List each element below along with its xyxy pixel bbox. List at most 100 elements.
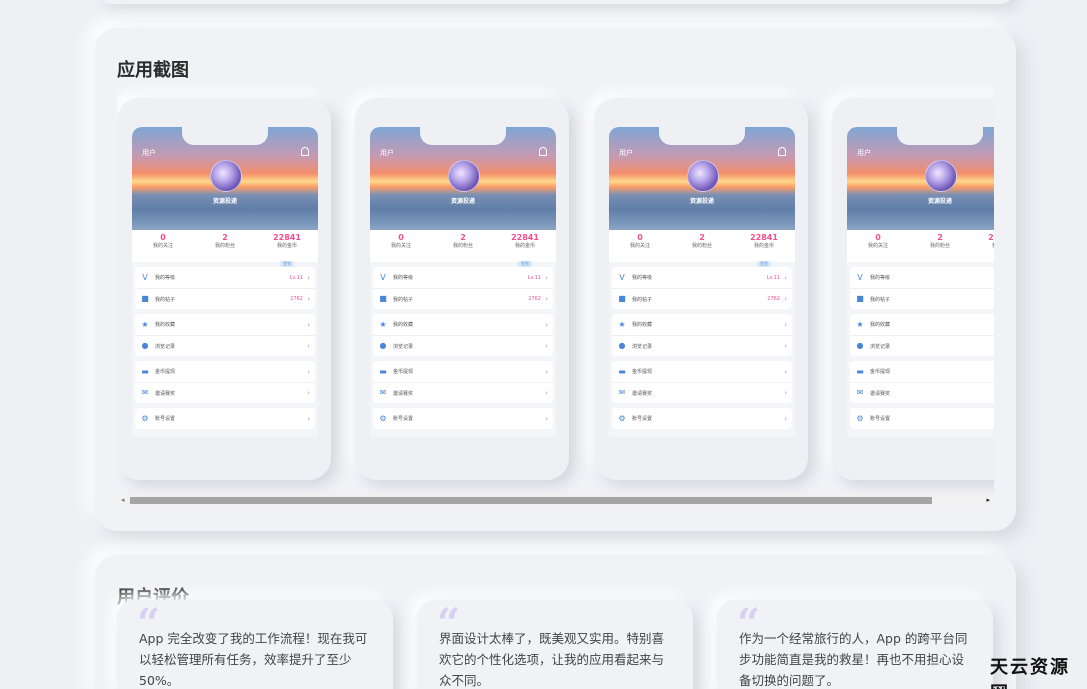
phone-mockup: 用户资源投递0我的关注2我的粉丝22841我的金币签到V我的等级Lv.11›■我… [594,98,808,480]
avatar[interactable] [448,160,480,192]
menu-item[interactable]: ▬金币提现› [850,361,994,382]
menu-item-label: 浏览记录 [393,343,414,350]
chevron-right-icon: › [545,295,548,303]
stat-label: 我的金币 [971,243,994,250]
menu-group: ★ 我的收藏 › ● 浏览记录 › [373,314,553,356]
menu-item[interactable]: ⚙账号设置› [850,408,994,429]
menu-item-label: 我的等级 [393,275,414,281]
stat-item[interactable]: 2 我的粉丝 [194,233,256,262]
menu-item[interactable]: V我的等级Lv.11› [373,267,553,288]
stat-item[interactable]: 2 我的粉丝 [671,233,733,262]
bell-icon[interactable] [539,147,547,156]
menu-item-label: 金币提现 [632,369,653,375]
stat-label: 我的粉丝 [929,243,950,249]
menu-item[interactable]: ⚙账号设置› [135,408,315,429]
stat-value: 22841 [750,233,778,242]
menu-item[interactable]: ⚙账号设置› [612,408,792,429]
bell-icon[interactable] [301,147,309,156]
stat-item[interactable]: 2 我的粉丝 [432,233,494,262]
menu-item-label: 我的帖子 [870,296,891,303]
gear-icon: ⚙ [141,413,149,423]
username: 资源投递 [689,198,714,205]
menu-group: ⚙ 账号设置 › [612,408,792,429]
stat-item[interactable]: 22841我的金币签到 [494,233,556,267]
username: 资源投递 [450,198,475,205]
chevron-right-icon: › [784,342,787,350]
username: 资源投递 [212,198,237,205]
menu-item[interactable]: V我的等级Lv.11› [612,267,792,288]
menu-item-value: 2762 [528,296,541,302]
scroll-left-arrow-icon[interactable]: ◂ [121,496,125,504]
menu-item-label: 账号设置 [393,416,414,422]
hero-title: 用户 [142,149,156,157]
menu-item[interactable]: ■我的帖子2762› [135,288,315,309]
profile-hero-banner: 用户 资源投递 [847,127,994,230]
stat-item[interactable]: 22841我的金币签到 [256,233,318,267]
review-text: App 完全改变了我的工作流程！现在我可以轻松管理所有任务，效率提升了至少50%… [139,631,368,688]
menu-item-label: 金币提现 [870,369,891,375]
menu-item[interactable]: ★我的收藏› [373,314,553,335]
menu-item[interactable]: ★我的收藏› [135,314,315,335]
menu-item[interactable]: ■我的帖子2762› [850,288,994,309]
menu-group: ▬ 金币提现 › ✉ 邀请赛奖 › [135,361,315,403]
menu-item[interactable]: V我的等级Lv.11› [850,267,994,288]
menu-item[interactable]: ✉邀请赛奖› [373,382,553,403]
menu-item[interactable]: ▬金币提现› [612,361,792,382]
scroll-right-arrow-icon[interactable]: ▸ [986,496,990,504]
stat-value: 22841 [988,233,994,242]
menu-item[interactable]: ★我的收藏› [612,314,792,335]
hero-title: 用户 [380,149,394,157]
stat-value: 0 [875,233,881,242]
stat-item[interactable]: 0 我的关注 [847,233,909,262]
menu-item[interactable]: ✉邀请赛奖› [612,382,792,403]
stat-value: 2 [937,233,943,242]
menu-item[interactable]: ✉邀请赛奖› [135,382,315,403]
menu-item[interactable]: ▬金币提现› [373,361,553,382]
stat-label: 我的粉丝 [691,243,712,249]
menu-item[interactable]: ★我的收藏› [850,314,994,335]
menu-item[interactable]: ▬金币提现› [135,361,315,382]
chevron-right-icon: › [784,320,787,329]
menu-item-label: 金币提现 [155,369,176,375]
avatar[interactable] [925,160,957,192]
review-card: “ 界面设计太棒了，既美观又实用。特别喜欢它的个性化选项，让我的应用看起来与众不… [417,600,693,689]
stat-item[interactable]: 22841我的金币签到 [733,233,795,267]
stat-value: 0 [637,233,643,242]
menu-item[interactable]: ●浏览记录› [850,335,994,356]
phone-mockup: 用户资源投递 0我的关注2我的粉丝22841我的金币签到V我的等级Lv.11›■我… [117,98,331,480]
menu-item[interactable]: V我的等级Lv.11› [135,267,315,288]
stat-label: 我的关注 [152,243,173,249]
stat-item[interactable]: 0 我的关注 [609,233,671,262]
stat-item[interactable]: 0 我的关注 [370,233,432,262]
mail-icon: ✉ [141,388,149,397]
menu-item[interactable]: ●浏览记录› [612,335,792,356]
username: 资源投递 [927,198,952,205]
carousel-scrollbar[interactable]: ◂ ▸ [117,494,994,506]
stat-item[interactable]: 0 我的关注 [132,233,194,262]
screenshots-section: 应用截图 用户资源投递0我的关注2我的粉丝22841我的金币签到V我的等级Lv.… [95,28,1016,531]
menu-item[interactable]: ⚙账号设置› [373,408,553,429]
menu-item-label: 我的等级 [632,275,653,281]
menu-group: ★ 我的收藏 › ● 浏览记录 › [135,314,315,356]
scrollbar-thumb[interactable] [130,497,932,504]
avatar[interactable] [210,160,242,192]
menu-item-value: Lv.11 [766,274,780,281]
menu-item[interactable]: ✉邀请赛奖› [850,382,994,403]
menu-item-label: 邀请赛奖 [632,390,653,397]
menu-item-label: 浏览记录 [870,343,891,350]
bell-icon[interactable] [778,147,786,156]
menu-item-label: 浏览记录 [632,343,653,350]
profile-hero-banner: 用户资源投递 [370,127,556,230]
menu-item-label: 账号设置 [155,416,176,422]
menu-item[interactable]: ●浏览记录› [135,335,315,356]
menu-item[interactable]: ■我的帖子2762› [373,288,553,309]
stat-item[interactable]: 2 我的粉丝 [909,233,971,262]
avatar[interactable] [687,160,719,192]
menu-group: ▬ 金币提现 › ✉ 邀请赛奖 › [612,361,792,403]
menu-item[interactable]: ●浏览记录› [373,335,553,356]
screenshots-carousel[interactable]: 用户资源投递0我的关注2我的粉丝22841我的金币签到V我的等级Lv.11›■我… [117,84,994,512]
reviews-section: 用户评价 “ App 完全改变了我的工作流程！现在我可以轻松管理所有任务，效率提… [95,555,1016,689]
stat-item[interactable]: 22841我的金币签到 [971,233,994,262]
v-level-icon: V [380,272,386,282]
menu-item[interactable]: ■我的帖子2762› [612,288,792,309]
